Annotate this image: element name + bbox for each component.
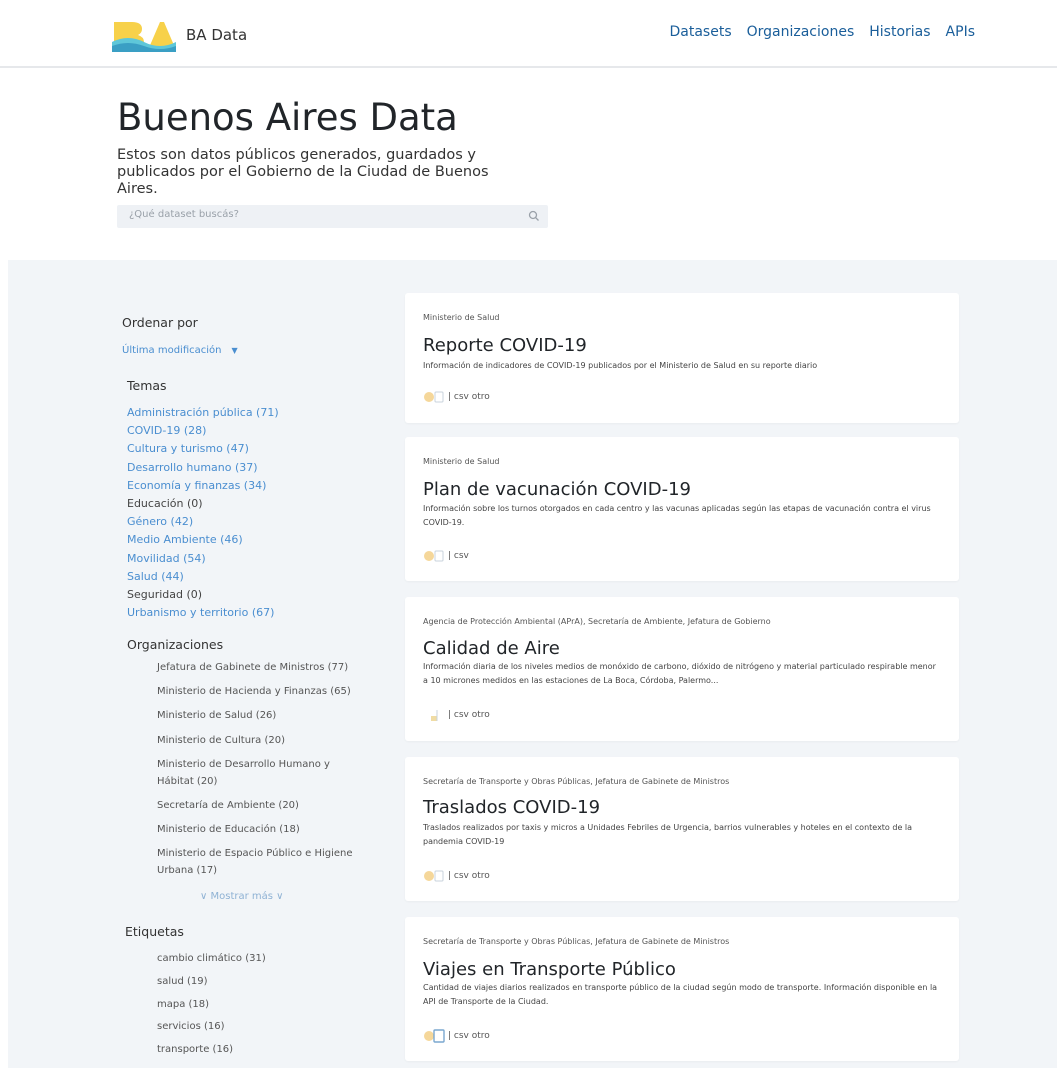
tag-item[interactable]: mapa (18) [157,996,266,1013]
format-labels: | csv otro [448,392,490,402]
temas-list: Administración pública (71) COVID-19 (28… [127,404,279,622]
file-format-icon [424,550,444,562]
format-labels: | csv otro [448,1031,490,1041]
dataset-title[interactable]: Plan de vacunación COVID-19 [423,479,691,500]
nav-historias[interactable]: Historias [869,24,930,40]
dataset-card[interactable]: Secretaría de Transporte y Obras Pública… [405,757,959,901]
org-item[interactable]: Ministerio de Espacio Público e Higiene … [157,845,367,879]
tema-item: Seguridad (0) [127,588,203,602]
dataset-description: Cantidad de viajes diarios realizados en… [423,983,938,1006]
tema-item[interactable]: Administración pública (71) [127,404,279,422]
search-icon[interactable] [527,209,541,223]
page-description: Estos son datos públicos generados, guar… [117,147,489,197]
dataset-org: Ministerio de Salud [423,457,500,466]
dataset-card[interactable]: Ministerio de Salud Reporte COVID-19 Inf… [405,293,959,423]
orgs-list: Jefatura de Gabinete de Ministros (77) M… [157,659,367,887]
tema-item: Educación (0) [127,497,203,511]
format-labels: | csv otro [448,871,490,881]
org-item[interactable]: Ministerio de Educación (18) [157,821,367,838]
dataset-org: Secretaría de Transporte y Obras Pública… [423,777,730,786]
tema-item[interactable]: Desarrollo humano (37) [127,459,279,477]
orgs-heading: Organizaciones [127,637,224,652]
dataset-org: Agencia de Protección Ambiental (APrA), … [423,617,771,626]
org-item[interactable]: Secretaría de Ambiente (20) [157,797,367,814]
temas-heading: Temas [127,378,167,393]
org-item[interactable]: Ministerio de Desarrollo Humano y Hábita… [157,756,367,790]
sort-heading: Ordenar por [122,315,198,330]
dataset-description: Información sobre los turnos otorgados e… [423,504,931,527]
tag-item[interactable]: transporte (16) [157,1041,266,1058]
tema-item[interactable]: Salud (44) [127,568,279,586]
dataset-formats: | csv otro [423,869,490,883]
tag-item[interactable]: salud (19) [157,973,266,990]
nav-datasets[interactable]: Datasets [670,24,732,40]
file-format-icon [424,1029,445,1043]
tema-item[interactable]: Movilidad (54) [127,550,279,568]
dataset-title[interactable]: Reporte COVID-19 [423,335,587,356]
dataset-card[interactable]: Secretaría de Transporte y Obras Pública… [405,917,959,1061]
dataset-formats: | csv [423,549,469,563]
dataset-formats: | csv otro [423,708,490,722]
dataset-card[interactable]: Ministerio de Salud Plan de vacunación C… [405,437,959,581]
tags-heading: Etiquetas [125,924,184,939]
tags-list: cambio climático (31) salud (19) mapa (1… [157,950,266,1064]
org-item[interactable]: Ministerio de Salud (26) [157,707,367,724]
tag-item[interactable]: servicios (16) [157,1018,266,1035]
dataset-description: Información de indicadores de COVID-19 p… [423,361,818,370]
chevron-down-icon: ▼ [231,346,238,355]
dataset-org: Secretaría de Transporte y Obras Pública… [423,937,730,946]
tema-item[interactable]: Economía y finanzas (34) [127,477,279,495]
file-format-icon [424,870,444,882]
org-item[interactable]: Ministerio de Hacienda y Finanzas (65) [157,683,367,700]
dataset-formats: | csv otro [423,390,490,404]
page-title: Buenos Aires Data [117,96,458,139]
tema-item[interactable]: Género (42) [127,513,279,531]
nav-organizaciones[interactable]: Organizaciones [747,24,855,40]
sort-value: Última modificación [122,345,222,356]
org-item[interactable]: Ministerio de Cultura (20) [157,732,367,749]
dataset-description: Traslados realizados por taxis y micros … [423,823,913,846]
tema-item[interactable]: COVID-19 (28) [127,422,279,440]
sort-select[interactable]: Última modificación ▼ [122,345,238,356]
dataset-description: Información diaria de los niveles medios… [423,662,936,685]
tag-item[interactable]: cambio climático (31) [157,950,266,967]
dataset-formats: | csv otro [423,1029,490,1043]
file-format-icon [424,391,444,403]
tema-item[interactable]: Urbanismo y territorio (67) [127,604,279,622]
dataset-title[interactable]: Calidad de Aire [423,638,560,659]
dataset-title[interactable]: Traslados COVID-19 [423,797,600,818]
file-format-icon [431,710,438,721]
nav-apis[interactable]: APIs [946,24,975,40]
format-labels: | csv otro [448,710,490,720]
main-nav: Datasets Organizaciones Historias APIs [670,24,976,40]
tema-item[interactable]: Cultura y turismo (47) [127,440,279,458]
dataset-card[interactable]: Agencia de Protección Ambiental (APrA), … [405,597,959,741]
search-placeholder: ¿Qué dataset buscás? [129,209,239,220]
tema-item[interactable]: Medio Ambiente (46) [127,531,279,549]
dataset-org: Ministerio de Salud [423,313,500,322]
top-header: BA Data Datasets Organizaciones Historia… [0,0,1057,68]
brand-name[interactable]: BA Data [186,26,247,44]
format-labels: | csv [448,551,469,561]
org-item[interactable]: Jefatura de Gabinete de Ministros (77) [157,659,367,676]
dataset-title[interactable]: Viajes en Transporte Público [423,959,676,980]
show-more-button[interactable]: ∨ Mostrar más ∨ [200,891,283,902]
search-input[interactable]: ¿Qué dataset buscás? [117,205,548,228]
ba-logo-icon[interactable] [112,18,176,52]
